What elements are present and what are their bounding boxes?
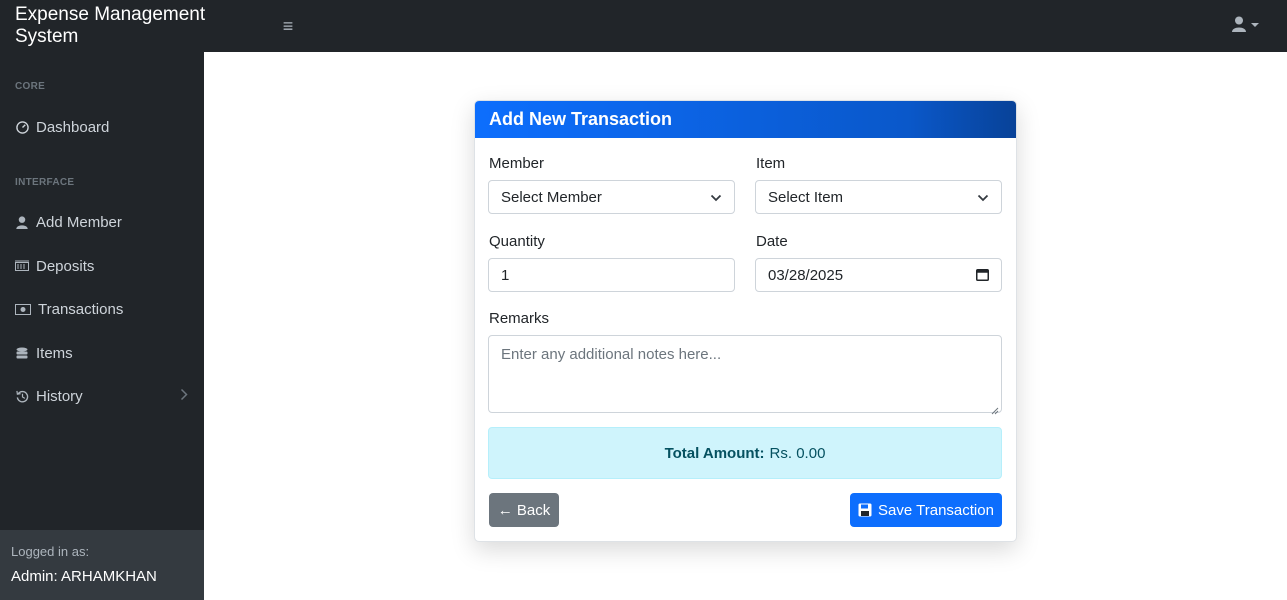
save-button-label: Save Transaction	[878, 501, 994, 519]
sidebar-item-transactions[interactable]: Transactions	[0, 291, 204, 327]
remarks-placeholder: Enter any additional notes here...	[501, 346, 722, 363]
sidebar-item-label: Transactions	[38, 300, 124, 318]
total-amount-value: Rs. 0.00	[769, 444, 826, 462]
sidebar: CORE Dashboard INTERFACE Add Member Depo…	[0, 52, 204, 600]
sidebar-item-dashboard[interactable]: Dashboard	[0, 109, 204, 145]
save-icon	[858, 503, 872, 517]
sidebar-item-label: Deposits	[36, 257, 95, 275]
date-label: Date	[756, 233, 788, 250]
quantity-input[interactable]: 1	[488, 258, 735, 292]
sidebar-item-label: History	[36, 387, 83, 405]
total-amount-label: Total Amount:	[664, 444, 765, 462]
user-icon	[1232, 16, 1246, 32]
sidebar-toggle-button[interactable]: ≡	[268, 16, 308, 37]
remarks-label: Remarks	[489, 310, 550, 327]
total-amount-box: Total Amount: Rs. 0.00	[488, 427, 1002, 479]
date-input[interactable]: 03/28/2025	[755, 258, 1002, 292]
date-value: 03/28/2025	[768, 266, 844, 284]
card-title: Add New Transaction	[475, 101, 1016, 138]
sidebar-item-label: Add Member	[36, 213, 122, 231]
logged-in-user: Admin: ARHAMKHAN	[11, 568, 157, 585]
item-select[interactable]: Select Item	[755, 180, 1002, 214]
sidebar-footer: Logged in as: Admin: ARHAMKHAN	[0, 530, 204, 600]
quantity-label: Quantity	[489, 233, 545, 250]
money-bill-icon	[15, 259, 29, 273]
chevron-down-icon	[710, 191, 722, 208]
bars-icon: ≡	[282, 15, 294, 36]
app-title[interactable]: Expense Management System	[0, 4, 268, 48]
caret-down-icon	[1251, 23, 1259, 27]
money-bill-wave-icon	[15, 302, 31, 316]
chevron-right-icon	[180, 388, 188, 405]
member-label: Member	[489, 155, 545, 172]
quantity-value: 1	[501, 266, 510, 284]
calendar-icon[interactable]	[976, 268, 989, 285]
item-select-value: Select Item	[768, 188, 844, 206]
database-icon	[15, 346, 29, 360]
member-select-value: Select Member	[501, 188, 602, 206]
sidebar-item-label: Items	[36, 344, 73, 362]
history-icon	[15, 389, 29, 403]
sidebar-heading-core: CORE	[15, 81, 46, 92]
user-icon	[15, 215, 29, 229]
sidebar-item-history[interactable]: History	[0, 378, 204, 414]
back-button[interactable]: ← Back	[489, 493, 559, 527]
logged-in-label: Logged in as:	[11, 544, 90, 559]
sidebar-item-add-member[interactable]: Add Member	[0, 204, 204, 240]
member-select[interactable]: Select Member	[488, 180, 735, 214]
sidebar-item-label: Dashboard	[36, 118, 110, 136]
chevron-down-icon	[977, 191, 989, 208]
item-label: Item	[756, 155, 786, 172]
tachometer-icon	[15, 120, 29, 134]
sidebar-heading-interface: INTERFACE	[15, 177, 75, 188]
save-transaction-button[interactable]: Save Transaction	[850, 493, 1002, 527]
resize-handle-icon[interactable]	[991, 402, 999, 415]
sidebar-item-deposits[interactable]: Deposits	[0, 248, 204, 284]
user-menu-button[interactable]	[1232, 16, 1259, 32]
top-navbar: Expense Management System ≡	[0, 0, 1287, 52]
sidebar-item-items[interactable]: Items	[0, 335, 204, 371]
remarks-textarea[interactable]: Enter any additional notes here...	[488, 335, 1002, 415]
add-transaction-card: Add New Transaction Member Select Member…	[474, 100, 1017, 542]
